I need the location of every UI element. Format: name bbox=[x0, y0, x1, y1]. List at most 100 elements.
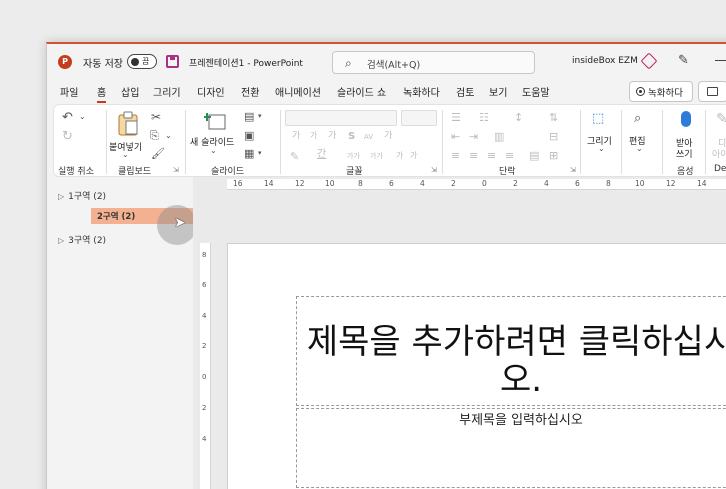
section-icon[interactable]: ▦ bbox=[244, 148, 254, 159]
format-painter-icon[interactable]: 🖌 bbox=[151, 148, 165, 159]
user-name[interactable]: insideBox EZM bbox=[572, 56, 638, 66]
tab-file[interactable]: 파일 bbox=[60, 84, 78, 99]
ruler-tick: 2 bbox=[451, 179, 456, 188]
align-text-icon[interactable]: ⊟ bbox=[549, 131, 558, 142]
dictate-label-2[interactable]: 쓰기 bbox=[676, 147, 693, 160]
drawing-dropdown-icon[interactable]: ⌄ bbox=[598, 145, 605, 153]
section-dropdown-icon[interactable]: ▾ bbox=[258, 150, 262, 157]
bullets-icon[interactable]: ☰ bbox=[451, 112, 461, 123]
designer-pen-icon[interactable]: ✎ bbox=[678, 53, 689, 68]
layout-icon[interactable]: ▤ bbox=[244, 111, 254, 122]
justify-icon[interactable]: ≡ bbox=[505, 150, 514, 161]
line-spacing-icon[interactable]: ↕ bbox=[514, 112, 523, 123]
decrease-font-icon[interactable]: 가 bbox=[310, 132, 317, 140]
clipboard-launcher-icon[interactable]: ⇲ bbox=[173, 166, 179, 174]
ruler-tick: 4 bbox=[202, 435, 207, 443]
menu-bar: 파일 홈 삽입 그리기 디자인 전환 애니메이션 슬라이드 쇼 녹화하다 검토 … bbox=[47, 80, 726, 104]
redo-icon[interactable]: ↻ bbox=[62, 130, 73, 143]
tab-draw[interactable]: 그리기 bbox=[153, 84, 181, 99]
superscript-icon[interactable]: 가가 bbox=[370, 153, 383, 160]
section-1[interactable]: ▷ 1구역 (2) bbox=[58, 189, 106, 202]
increase-font-icon[interactable]: 가 bbox=[292, 132, 300, 141]
ruler-tick: 14 bbox=[264, 179, 274, 188]
comments-button[interactable] bbox=[698, 81, 726, 102]
ruler-tick: 8 bbox=[606, 179, 611, 188]
columns-icon[interactable]: ▥ bbox=[494, 131, 504, 142]
designer-label-2[interactable]: 아이 bbox=[712, 147, 726, 160]
tab-insert[interactable]: 삽입 bbox=[121, 84, 139, 99]
microphone-icon[interactable] bbox=[681, 111, 691, 127]
record-button[interactable]: 녹화하다 bbox=[629, 81, 693, 102]
section-3[interactable]: ▷ 3구역 (2) bbox=[58, 233, 106, 246]
tab-transitions[interactable]: 전환 bbox=[241, 84, 259, 99]
find-icon[interactable]: ⌕ bbox=[634, 112, 641, 125]
title-placeholder-text: 제목을 추가하려면 클릭하십시오. bbox=[306, 322, 726, 400]
increase-indent-icon[interactable]: ⇥ bbox=[469, 131, 478, 142]
italic-icon[interactable]: 가 bbox=[410, 152, 417, 160]
record-icon bbox=[636, 87, 645, 96]
align-right-icon[interactable]: ≡ bbox=[487, 150, 496, 161]
tab-animations[interactable]: 애니메이션 bbox=[275, 84, 321, 99]
tab-record[interactable]: 녹화하다 bbox=[403, 84, 440, 99]
slide-canvas[interactable]: 제목을 추가하려면 클릭하십시오. 부제목을 입력하십시오 bbox=[227, 243, 726, 489]
decrease-indent-icon[interactable]: ⇤ bbox=[451, 131, 460, 142]
collapsed-caret-icon[interactable]: ▷ bbox=[58, 236, 64, 245]
ruler-tick: 2 bbox=[202, 404, 207, 412]
tab-view[interactable]: 보기 bbox=[489, 84, 507, 99]
autosave-toggle[interactable]: 끔 bbox=[127, 54, 157, 69]
paste-icon[interactable] bbox=[117, 111, 139, 136]
highlight-icon[interactable]: ✎ bbox=[290, 151, 299, 162]
new-slide-icon[interactable] bbox=[204, 112, 226, 130]
numbering-icon[interactable]: ☷ bbox=[479, 112, 489, 123]
text-effect-icon[interactable]: 가 bbox=[328, 132, 336, 141]
layout-dropdown-icon[interactable]: ▾ bbox=[258, 113, 262, 120]
powerpoint-logo-icon: P bbox=[58, 55, 72, 69]
bold-icon[interactable]: 가 bbox=[396, 152, 403, 160]
undo-dropdown-icon[interactable]: ⌄ bbox=[79, 113, 86, 121]
spacing-icon[interactable]: AV bbox=[364, 134, 373, 141]
undo-group-label: 실행 취소 bbox=[58, 167, 94, 177]
align-left-icon[interactable]: ≡ bbox=[451, 150, 460, 161]
tab-help[interactable]: 도움말 bbox=[522, 84, 550, 99]
diamond-icon[interactable] bbox=[640, 52, 658, 70]
tab-design[interactable]: 디자인 bbox=[197, 84, 225, 99]
mouse-pointer-icon: ➤ bbox=[174, 215, 186, 231]
new-slide-dropdown-icon[interactable]: ⌄ bbox=[210, 147, 217, 155]
smartart-icon[interactable]: ⊞ bbox=[549, 150, 558, 161]
tab-review[interactable]: 검토 bbox=[456, 84, 474, 99]
cut-icon[interactable]: ✂ bbox=[151, 111, 161, 123]
font-color-icon[interactable]: 간 bbox=[317, 150, 326, 160]
editing-dropdown-icon[interactable]: ⌄ bbox=[636, 145, 643, 153]
reset-slide-icon[interactable]: ▣ bbox=[244, 130, 254, 141]
shapes-icon[interactable]: ⬚ bbox=[592, 112, 604, 125]
section-label: 1구역 (2) bbox=[68, 192, 107, 202]
title-placeholder[interactable]: 제목을 추가하려면 클릭하십시오. bbox=[296, 296, 726, 406]
shadow-icon[interactable]: S bbox=[348, 132, 355, 142]
tab-slideshow[interactable]: 슬라이드 쇼 bbox=[337, 84, 386, 99]
minimize-icon[interactable] bbox=[715, 60, 726, 61]
align-center-icon[interactable]: ≡ bbox=[469, 150, 478, 161]
copy-dropdown-icon[interactable]: ⌄ bbox=[165, 132, 172, 140]
distributed-icon[interactable]: ▤ bbox=[529, 150, 539, 161]
subscript-icon[interactable]: 가가 bbox=[347, 153, 360, 160]
save-icon[interactable] bbox=[166, 55, 179, 68]
separator bbox=[442, 110, 443, 174]
tab-home[interactable]: 홈 bbox=[97, 84, 107, 103]
ruler-tick: 12 bbox=[295, 179, 305, 188]
designer-icon[interactable]: ✎ bbox=[716, 112, 726, 126]
search-input[interactable]: ⌕ 검색(Alt+Q) bbox=[332, 51, 535, 74]
text-direction-icon[interactable]: ⇅ bbox=[549, 112, 558, 123]
font-name-combo[interactable] bbox=[285, 110, 397, 126]
collapsed-caret-icon[interactable]: ▷ bbox=[58, 192, 64, 201]
font-launcher-icon[interactable]: ⇲ bbox=[431, 166, 437, 174]
section-label: 3구역 (2) bbox=[68, 236, 107, 246]
paragraph-launcher-icon[interactable]: ⇲ bbox=[570, 166, 576, 174]
font-size-combo[interactable] bbox=[401, 110, 437, 126]
subtitle-placeholder[interactable]: 부제목을 입력하십시오 bbox=[296, 408, 726, 488]
paste-dropdown-icon[interactable]: ⌄ bbox=[122, 151, 129, 159]
undo-icon[interactable]: ↶ bbox=[62, 111, 73, 124]
powerpoint-window: P 자동 저장 끔 프레젠테이션1 - PowerPoint ⌕ 검색(Alt+… bbox=[46, 42, 726, 489]
change-case-icon[interactable]: 가 bbox=[384, 132, 392, 141]
ruler-tick: 10 bbox=[325, 179, 335, 188]
copy-icon[interactable]: ⎘ bbox=[150, 130, 159, 141]
